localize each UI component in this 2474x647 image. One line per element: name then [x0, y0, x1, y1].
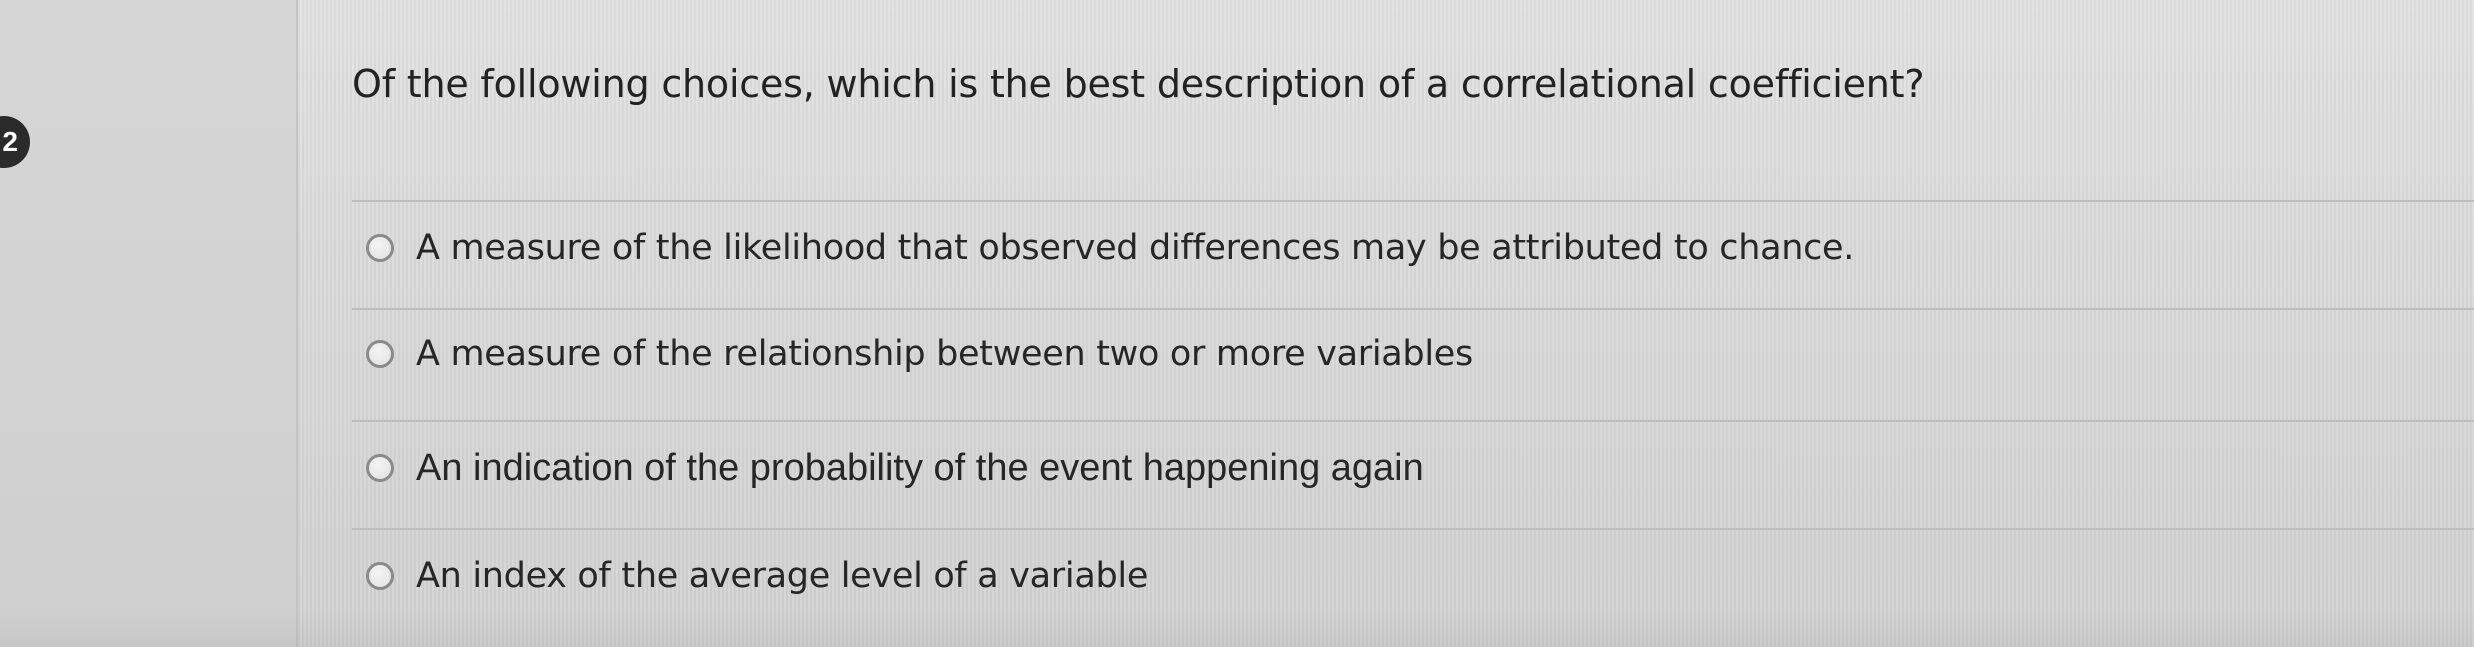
question-number-badge: 2	[0, 116, 30, 168]
divider	[352, 420, 2474, 422]
radio-button-icon[interactable]	[366, 234, 394, 262]
answer-option-label: An indication of the probability of the …	[416, 446, 1424, 489]
bottom-shadow	[0, 607, 2474, 647]
answer-option-2[interactable]: A measure of the relationship between tw…	[366, 326, 1473, 382]
radio-button-icon[interactable]	[366, 454, 394, 482]
question-title: Of the following choices, which is the b…	[352, 62, 1925, 106]
answer-option-1[interactable]: A measure of the likelihood that observe…	[366, 220, 1854, 276]
divider	[352, 528, 2474, 530]
quiz-screen: 2 Of the following choices, which is the…	[0, 0, 2474, 647]
divider	[352, 308, 2474, 310]
radio-button-icon[interactable]	[366, 340, 394, 368]
answer-option-3[interactable]: An indication of the probability of the …	[366, 440, 1424, 496]
answer-option-label: A measure of the likelihood that observe…	[416, 228, 1855, 268]
divider	[352, 200, 2474, 202]
answer-option-label: A measure of the relationship between tw…	[416, 334, 1473, 374]
answer-option-label: An index of the average level of a varia…	[416, 556, 1149, 596]
left-gutter: 2	[0, 0, 298, 647]
radio-button-icon[interactable]	[366, 562, 394, 590]
answer-option-4[interactable]: An index of the average level of a varia…	[366, 548, 1148, 604]
